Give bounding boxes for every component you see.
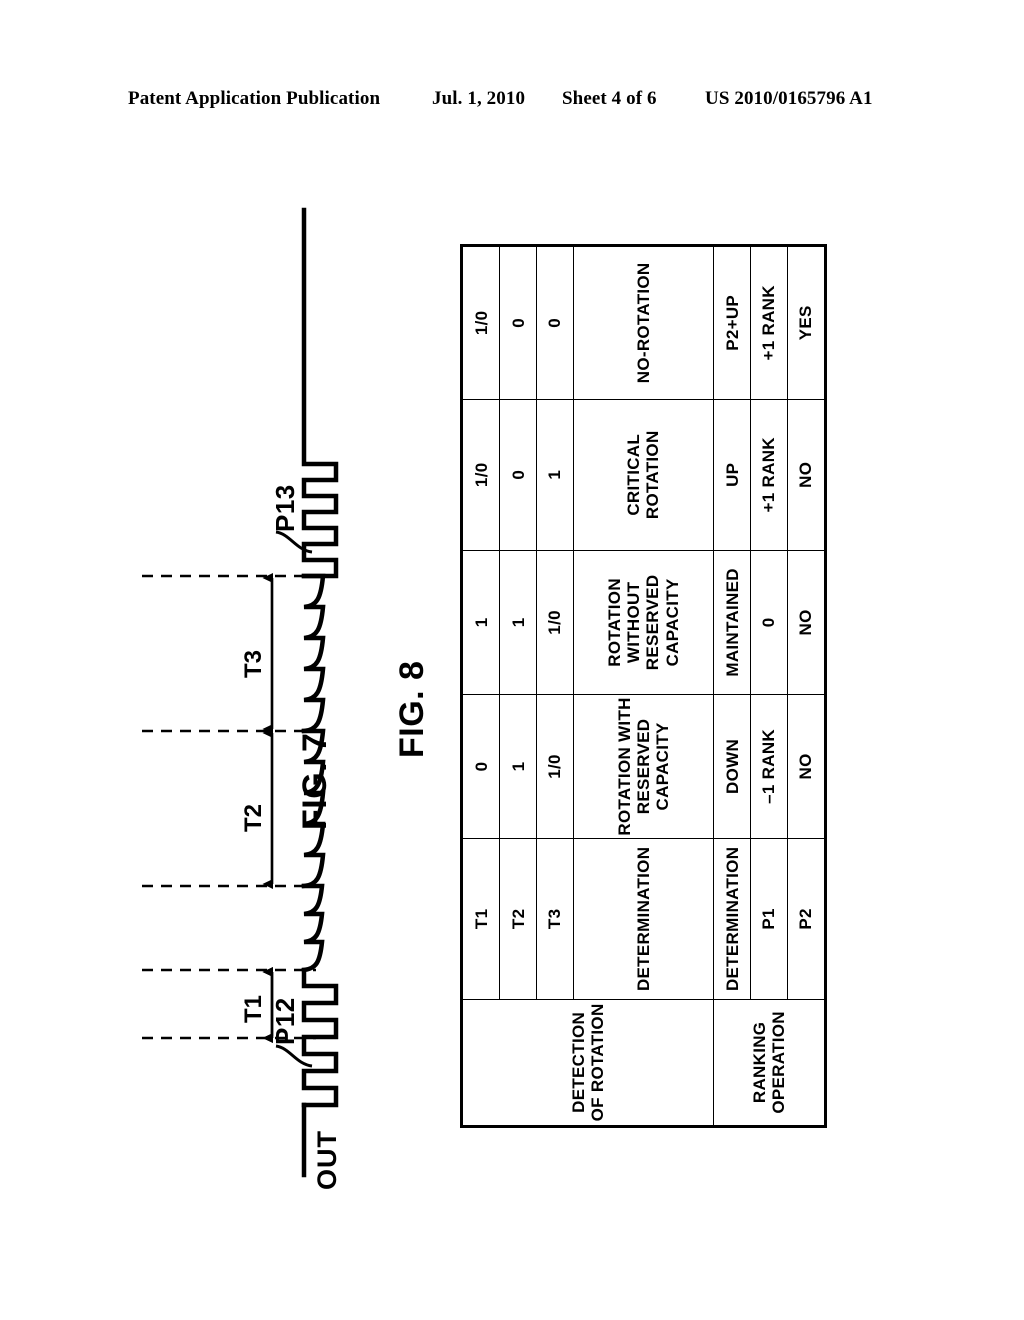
cell-r2-t2: 1 (499, 550, 537, 695)
table-row: T3 1/0 1/0 1 0 (536, 245, 574, 1127)
table-row: P1 –1 RANK 0 +1 RANK +1 RANK (750, 245, 788, 1127)
reference-lines (142, 574, 316, 1040)
column-header-ranking-determination: DETERMINATION (713, 838, 751, 1000)
cell-r4-t2: 0 (499, 245, 537, 400)
publication-type-label: Patent Application Publication (128, 88, 381, 109)
column-header-t1: T1 (461, 838, 500, 1000)
cell-r2-p2: NO (787, 550, 826, 695)
publication-date: Jul. 1, 2010 (432, 88, 526, 109)
cell-r4-p1: +1 RANK (750, 245, 788, 400)
publication-number: US 2010/0165796 A1 (705, 88, 873, 109)
column-header-detection-determination: DETERMINATION (573, 838, 714, 1000)
cell-r1-t3: 1/0 (536, 694, 574, 839)
cell-r1-p2: NO (787, 694, 826, 839)
cell-r3-p2: NO (787, 399, 826, 551)
table-row: RANKING OPERATION DETERMINATION DOWN MAI… (713, 245, 826, 1127)
table-row: T2 1 1 0 0 (499, 245, 537, 1127)
interval-label-t3: T3 (240, 649, 267, 678)
cell-r4-p2: YES (787, 245, 826, 400)
cell-r1-ranking-determination: DOWN (713, 694, 751, 839)
column-header-p1: P1 (750, 838, 788, 1000)
waveform-trace (301, 207, 339, 1178)
cell-r4-ranking-determination: P2+UP (713, 245, 751, 400)
cell-r3-detection-determination: CRITICAL ROTATION (573, 399, 714, 551)
column-header-p2: P2 (787, 838, 826, 1000)
figure-8-caption: FIG. 8 (393, 660, 431, 758)
cell-r3-t1: 1/0 (461, 399, 500, 551)
cell-r1-detection-determination: ROTATION WITH RESERVED CAPACITY (573, 694, 714, 839)
page-header: Patent Application Publication Jul. 1, 2… (0, 88, 1024, 116)
cell-r2-t3: 1/0 (536, 550, 574, 695)
cell-r2-detection-determination: ROTATION WITHOUT RESERVED CAPACITY (573, 550, 714, 695)
table-row: DETECTION OF ROTATION T1 0 1 1/0 1/0 (461, 245, 714, 1127)
figure-8-table-container: DETECTION OF ROTATION T1 0 1 1/0 1/0 T2 … (460, 244, 827, 1128)
callout-label-p13: P13 (270, 484, 300, 532)
sheet-number: Sheet 4 of 6 (562, 88, 657, 109)
column-header-t2: T2 (499, 838, 537, 1000)
cell-r3-t3: 1 (536, 399, 574, 551)
column-header-t3: T3 (536, 838, 574, 1000)
table-row: DETERMINATION ROTATION WITH RESERVED CAPA… (573, 245, 714, 1127)
interval-label-t1: T1 (240, 994, 267, 1023)
cell-r4-t1: 1/0 (461, 245, 500, 400)
callout-label-p12: P12 (270, 997, 300, 1045)
interval-label-t2: T2 (240, 803, 267, 832)
cell-r1-t1: 0 (461, 694, 500, 839)
cell-r1-p1: –1 RANK (750, 694, 788, 839)
group-header-ranking-operation: RANKING OPERATION (713, 999, 826, 1127)
cell-r3-ranking-determination: UP (713, 399, 751, 551)
cell-r4-t3: 0 (536, 245, 574, 400)
group-header-detection-of-rotation: DETECTION OF ROTATION (461, 999, 714, 1127)
cell-r3-p1: +1 RANK (750, 399, 788, 551)
cell-r2-ranking-determination: MAINTAINED (713, 550, 751, 695)
cell-r2-t1: 1 (461, 550, 500, 695)
table-row: P2 NO NO NO YES (787, 245, 826, 1127)
cell-r3-t2: 0 (499, 399, 537, 551)
cell-r1-t2: 1 (499, 694, 537, 839)
out-axis-label: OUT (312, 1130, 342, 1190)
cell-r2-p1: 0 (750, 550, 788, 695)
rotation-ranking-table: DETECTION OF ROTATION T1 0 1 1/0 1/0 T2 … (460, 244, 827, 1128)
cell-r4-detection-determination: NO-ROTATION (573, 245, 714, 400)
